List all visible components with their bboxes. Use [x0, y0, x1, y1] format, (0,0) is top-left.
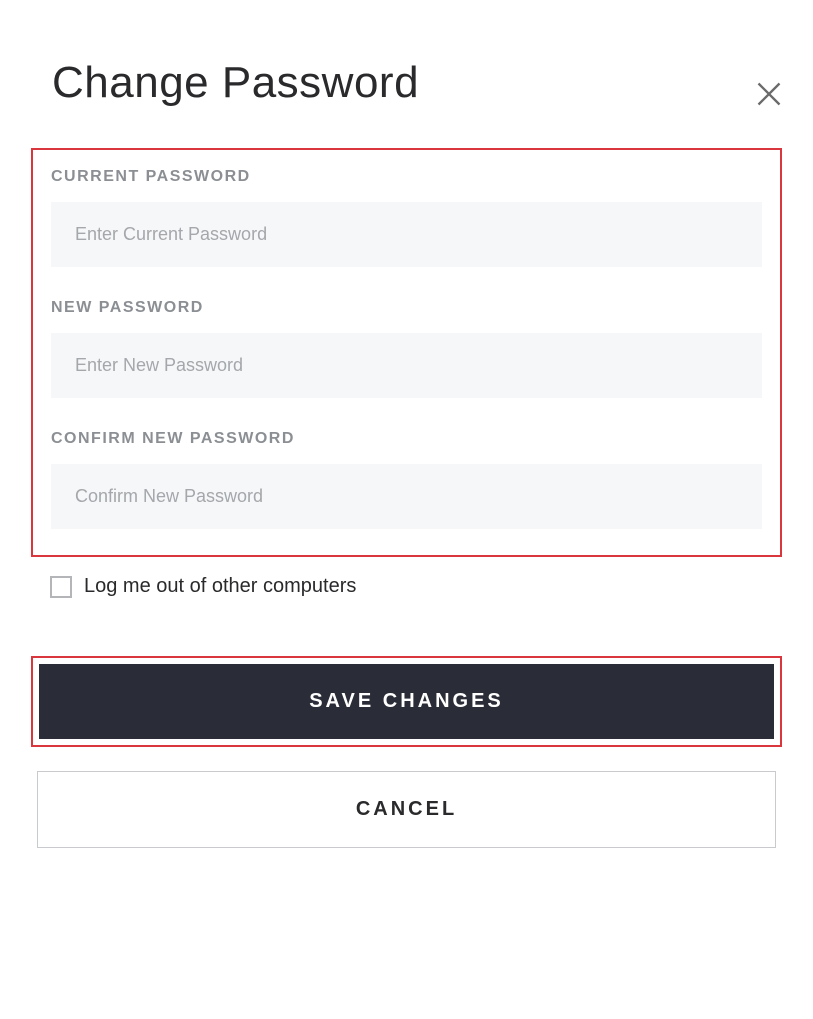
save-changes-button[interactable]: SAVE CHANGES: [39, 664, 774, 739]
current-password-input[interactable]: [51, 202, 762, 267]
confirm-password-group: CONFIRM NEW PASSWORD: [51, 430, 762, 529]
password-fields-highlight: CURRENT PASSWORD NEW PASSWORD CONFIRM NE…: [31, 148, 782, 557]
cancel-button[interactable]: CANCEL: [37, 771, 776, 848]
current-password-group: CURRENT PASSWORD: [51, 168, 762, 267]
new-password-input[interactable]: [51, 333, 762, 398]
current-password-label: CURRENT PASSWORD: [51, 168, 762, 186]
new-password-group: NEW PASSWORD: [51, 299, 762, 398]
dialog-title: Change Password: [52, 58, 813, 108]
logout-checkbox-label: Log me out of other computers: [84, 575, 356, 598]
close-icon: [755, 80, 783, 108]
confirm-password-input[interactable]: [51, 464, 762, 529]
close-button[interactable]: [753, 78, 785, 110]
confirm-password-label: CONFIRM NEW PASSWORD: [51, 430, 762, 448]
save-button-highlight: SAVE CHANGES: [31, 656, 782, 747]
logout-checkbox-row: Log me out of other computers: [50, 575, 813, 598]
new-password-label: NEW PASSWORD: [51, 299, 762, 317]
logout-checkbox[interactable]: [50, 576, 72, 598]
